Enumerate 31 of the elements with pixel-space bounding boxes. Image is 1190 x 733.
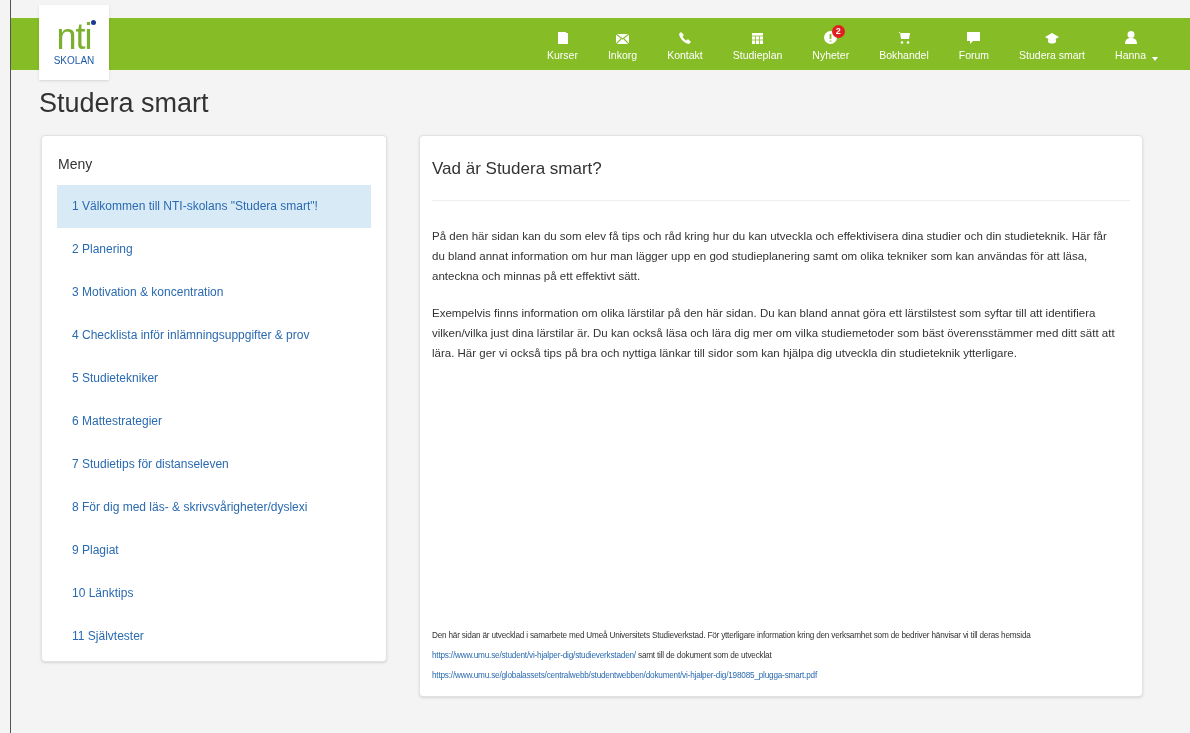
chat-icon [967,32,981,45]
link[interactable]: https://www.umu.se/globalassets/centralwebb/studentwebben/dokument/vi-hjalper-dig/198085_plugga-smart.pdf [432,671,817,680]
body-paragraph: Exempelvis finns information om olika lärstilar på den här sidan. Du kan bland annat göra ett lärstilstest som syftar till att identifiera vilken/vilka just dina lärstilar är. Du kan också läsa och lära dig mer om vilka studiemetoder som bäst överensstämmer med ditt sätt att lära. Här ger vi också tips på bra och nyttiga länkar till sidor som kan hjälpa dig utveckla din studieteknik ytterligare. [432,305,1116,361]
menu-item[interactable]: 5 Studietekniker [57,357,371,400]
footer-note: Den här sidan är utvecklad i samarbete med Umeå Universitets Studieverkstad. För ytterligare information kring den verksamhet som de bedriver hänvisar vi till deras hemsida https://www.umu.se/student/vi-hjalper-dig/studieverkstaden/ samt till de dokument som de utvecklat https://www.umu.se/globalassets/centralwebb/studentwebben/dokument/vi-hjalper-dig/198085_plugga-smart.pdf [432,629,1032,682]
book-icon [556,32,568,45]
body-paragraph: På den här sidan kan du som elev få tips och råd kring hur du kan utveckla och effektivisera dina studier och din studieteknik. Här får du bland annat information om hur man lägger upp en god studieplanering samt om olika tekniker som kan användas för att läsa, anteckna och minnas på ett effektivt sätt. [432,228,1108,284]
menu-item[interactable]: 3 Motivation & koncentration [57,271,371,314]
phone-icon [678,32,691,45]
menu-item[interactable]: 8 För dig med läs- & skrivsvårigheter/dyslexi [57,486,371,529]
mail-icon [616,34,630,45]
logo-text: nti [56,15,92,57]
menu-title: Meny [57,155,94,174]
menu-item[interactable]: 6 Mattestrategier [57,400,371,443]
content-title: Vad är Studera smart? [432,156,1130,201]
menu-item[interactable]: 9 Plagiat [57,529,371,572]
logo-subtext: SKOLAN [53,55,95,66]
menu-item[interactable]: 2 Planering [57,228,371,271]
user-icon [1124,31,1137,45]
menu-item[interactable]: 4 Checklista inför inlämningsuppgifter & prov [57,314,371,357]
menu-item[interactable]: 7 Studietips för distanseleven [57,443,371,486]
menu-item[interactable]: 11 Självtester [57,615,371,658]
calendar-icon [752,32,764,45]
nav-link[interactable]: Nyheter 2 [798,25,864,63]
menu-item[interactable]: 1 Välkommen till NTI-skolans "Studera smart"! [57,185,371,228]
logo[interactable]: nti SKOLAN [39,5,109,80]
menu-item[interactable]: 10 Länktips [57,572,371,615]
link[interactable]: https://www.umu.se/student/vi-hjalper-dig/studieverkstaden/ [432,651,636,660]
graduation-cap-icon [1045,33,1060,45]
page-title: Studera smart [39,90,210,117]
cart-icon [897,32,910,45]
